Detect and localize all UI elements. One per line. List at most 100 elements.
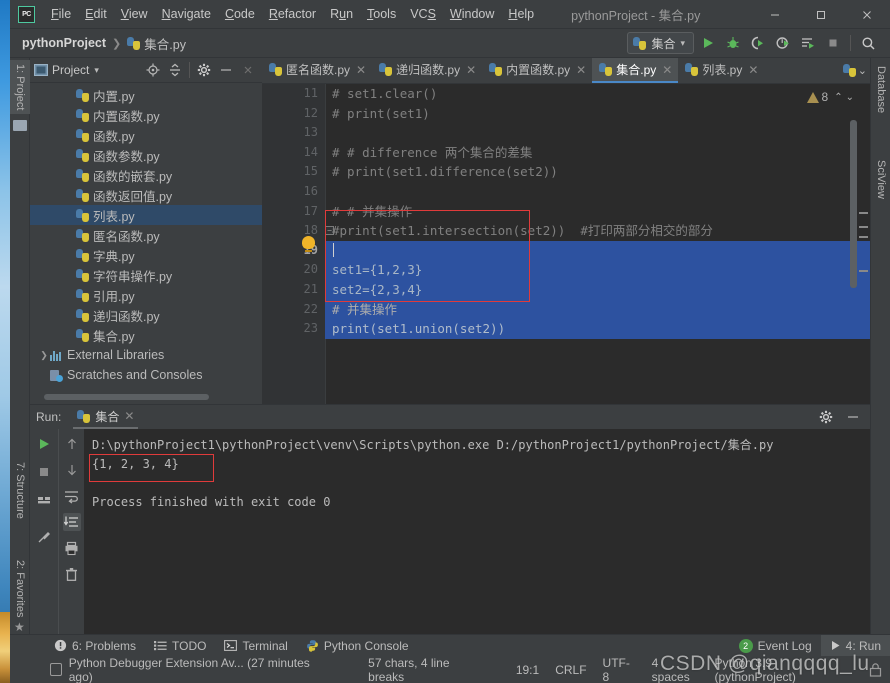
tool-window-event-log[interactable]: 2 Event Log [730,635,821,656]
run-configuration-selector[interactable]: 集合 ▾ [627,32,694,54]
soft-wrap-icon[interactable] [63,487,81,505]
project-tree[interactable]: 内置.py 内置函数.py 函数.py 函数参数.py 函数的嵌套.py 函数返… [30,83,262,404]
code-line-11[interactable]: # set1.clear() [325,84,870,104]
menu-refactor[interactable]: Refactor [262,4,323,24]
status-indent[interactable]: 4 spaces [644,656,707,683]
code-line-13[interactable] [325,123,870,143]
tool-window-database[interactable]: Database [871,62,890,117]
scrollbar-thumb[interactable] [44,394,209,400]
code-editor[interactable]: 11 12 13 14 15 16 17 18 − 19 20 21 22 23… [262,84,870,404]
profile-button[interactable] [771,32,794,55]
tool-window-problems[interactable]: 6: Problems [45,635,145,656]
tool-window-python-console[interactable]: Python Console [297,635,418,656]
stop-icon[interactable] [35,463,53,481]
status-interpreter[interactable]: Python 3.9 (pythonProject) [707,656,862,683]
tree-item-3[interactable]: 函数参数.py [30,145,262,165]
tree-item-5[interactable]: 函数返回值.py [30,185,262,205]
menu-edit[interactable]: Edit [78,4,114,24]
tool-window-terminal[interactable]: Terminal [215,635,296,656]
code-line-14[interactable]: # # difference 两个集合的差集 [325,143,870,163]
tree-item-0[interactable]: 内置.py [30,85,262,105]
down-arrow-icon[interactable] [63,461,81,479]
hide-panel-icon[interactable] [841,406,864,429]
trash-icon[interactable] [63,565,81,583]
editor-tab-3-active[interactable]: 集合.py ✕ [592,58,678,83]
tree-item-1[interactable]: 内置函数.py [30,105,262,125]
run-button[interactable] [696,32,719,55]
code-line-23[interactable]: print(set1.union(set2)) [325,319,870,339]
intention-bulb-icon[interactable] [302,236,315,249]
project-horizontal-scrollbar[interactable] [30,392,262,401]
tool-window-project[interactable]: 1: Project [10,60,30,114]
run-coverage-button[interactable] [746,32,769,55]
tree-item-scratches[interactable]: Scratches and Consoles [30,365,262,385]
maximize-button[interactable] [798,0,844,29]
editor-tab-1[interactable]: 递归函数.py ✕ [372,58,482,83]
menu-navigate[interactable]: Navigate [155,4,218,24]
debug-button[interactable] [721,32,744,55]
editor-tab-0[interactable]: 匿名函数.py ✕ [262,58,372,83]
code-line-22[interactable]: # 并集操作 [325,300,870,320]
settings-gear-icon[interactable] [194,60,214,80]
close-button[interactable] [844,0,890,29]
pin-icon[interactable] [35,527,53,545]
tree-item-11[interactable]: 递归函数.py [30,305,262,325]
status-encoding[interactable]: UTF-8 [595,656,644,683]
tree-item-7[interactable]: 匿名函数.py [30,225,262,245]
stop-button[interactable] [821,32,844,55]
run-console-output[interactable]: D:\pythonProject1\pythonProject\venv\Scr… [84,429,870,635]
status-caret-position[interactable]: 19:1 [508,663,547,677]
code-line-17[interactable]: # # 并集操作 [325,202,870,222]
close-session-icon[interactable]: ✕ [124,409,134,423]
code-line-19-caret[interactable] [325,241,870,261]
run-with-parameters-button[interactable] [796,32,819,55]
code-line-15[interactable]: # print(set1.difference(set2)) [325,162,870,182]
rerun-icon[interactable] [35,435,53,453]
tool-window-sciview[interactable]: SciView [871,156,890,203]
close-tab-icon[interactable]: ✕ [748,63,758,77]
inspection-widget[interactable]: 8 ⌃ ⌄ [807,85,854,109]
menu-vcs[interactable]: VCS [403,4,443,24]
console-icon[interactable] [35,491,53,509]
up-arrow-icon[interactable] [63,435,81,453]
close-panel-icon[interactable] [238,60,258,80]
close-tab-icon[interactable]: ✕ [576,63,586,77]
collapse-all-icon[interactable] [165,60,185,80]
menu-file[interactable]: File [44,4,78,24]
menu-code[interactable]: Code [218,4,262,24]
menu-window[interactable]: Window [443,4,501,24]
tool-window-run[interactable]: 4: Run [821,635,890,656]
scroll-to-end-icon[interactable] [63,513,81,531]
tree-item-10[interactable]: 引用.py [30,285,262,305]
menu-run[interactable]: Run [323,4,360,24]
menu-view[interactable]: View [114,4,155,24]
menu-help[interactable]: Help [501,4,541,24]
run-session-tab[interactable]: 集合 ✕ [73,406,138,429]
code-line-18[interactable]: #print(set1.intersection(set2)) #打印两部分相交… [325,221,870,241]
settings-gear-icon[interactable] [814,406,837,429]
code-line-16[interactable] [325,182,870,202]
editor-tab-2[interactable]: 内置函数.py ✕ [482,58,592,83]
code-text[interactable]: # set1.clear() # print(set1) # # differe… [325,84,870,404]
breadcrumb-file[interactable]: 集合.py [127,34,186,53]
hide-panel-icon[interactable] [216,60,236,80]
tree-item-4[interactable]: 函数的嵌套.py [30,165,262,185]
locate-icon[interactable] [143,60,163,80]
tree-item-6-selected[interactable]: 列表.py [30,205,262,225]
status-notification[interactable]: Python Debugger Extension Av... (27 minu… [42,656,338,683]
tree-item-12[interactable]: 集合.py [30,325,262,345]
chevron-down-icon[interactable]: ▾ [94,65,99,76]
status-lock-icon[interactable] [861,663,890,677]
tool-window-todo[interactable]: TODO [145,635,215,656]
search-everywhere-button[interactable] [857,32,880,55]
tree-item-2[interactable]: 函数.py [30,125,262,145]
status-line-separator[interactable]: CRLF [547,663,594,677]
editor-tab-4[interactable]: 列表.py ✕ [678,58,764,83]
close-tab-icon[interactable]: ✕ [356,63,366,77]
tree-item-external-libraries[interactable]: ❯ External Libraries [30,345,262,365]
tool-window-favorites[interactable]: 2: Favorites [10,556,30,621]
tool-window-structure[interactable]: 7: Structure [10,458,30,523]
editor-vertical-scrollbar[interactable] [849,84,858,404]
close-tab-icon[interactable]: ✕ [466,63,476,77]
print-icon[interactable] [63,539,81,557]
